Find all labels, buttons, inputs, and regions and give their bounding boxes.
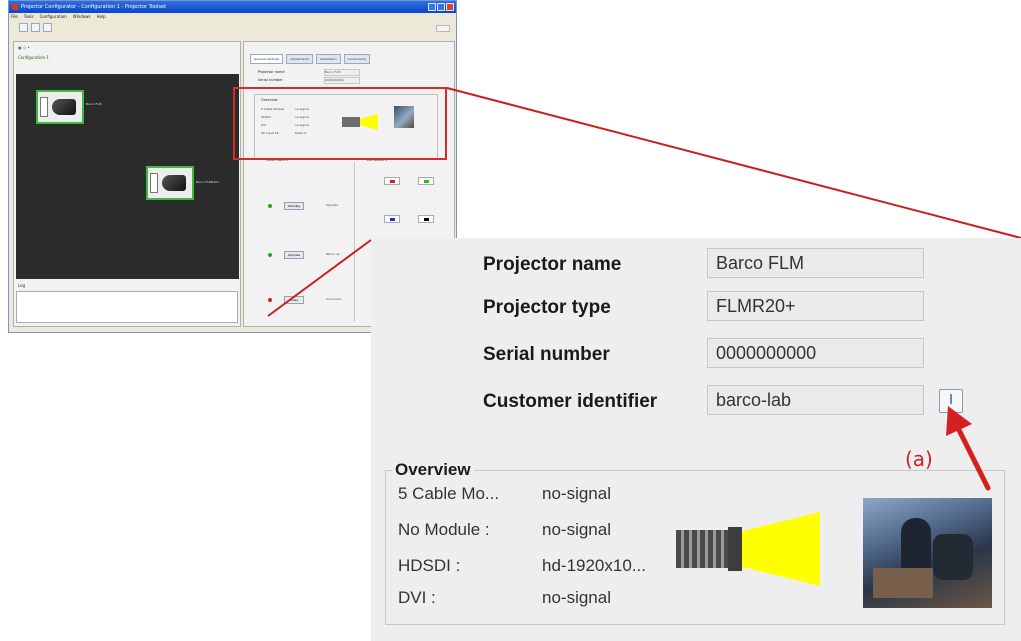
overview-row-label: HDSDI : — [398, 556, 461, 575]
magnified-settings-panel: Projector name Barco FLM Projector type … — [371, 238, 1021, 641]
serial-number-label: Serial number — [483, 344, 610, 365]
overview-row-value: no-signal — [542, 484, 611, 503]
overview-row-label: 5 Cable Mo... — [398, 484, 500, 503]
projector-name-field[interactable]: Barco FLM — [707, 248, 924, 278]
annotation-label: (a) — [905, 447, 933, 471]
projector-lens-icon — [728, 527, 742, 571]
overview-title: Overview — [392, 460, 474, 480]
projector-icon — [676, 530, 728, 568]
overview-row-label: DVI : — [398, 588, 436, 607]
projector-name-label: Projector name — [483, 254, 622, 275]
projector-type-label: Projector type — [483, 297, 611, 318]
projector-type-field[interactable]: FLMR20+ — [707, 291, 924, 321]
overview-row-label: No Module : — [398, 520, 490, 539]
source-thumbnail — [863, 498, 992, 608]
overview-row-value: no-signal — [542, 520, 611, 539]
serial-number-field[interactable]: 0000000000 — [707, 338, 924, 368]
customer-identifier-label: Customer identifier — [483, 391, 658, 412]
customer-identifier-field[interactable]: barco-lab — [707, 385, 924, 415]
overview-row-value: no-signal — [542, 588, 611, 607]
overview-row-value: hd-1920x10... — [542, 556, 646, 575]
annotation-arrow — [946, 406, 991, 491]
callout-line — [267, 239, 372, 317]
callout-line — [446, 87, 1021, 239]
